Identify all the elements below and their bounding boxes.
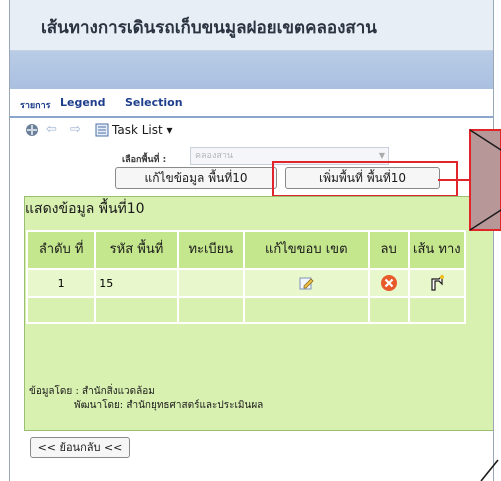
callout-corner-line: [480, 459, 499, 481]
callout-arrow: [438, 129, 501, 481]
